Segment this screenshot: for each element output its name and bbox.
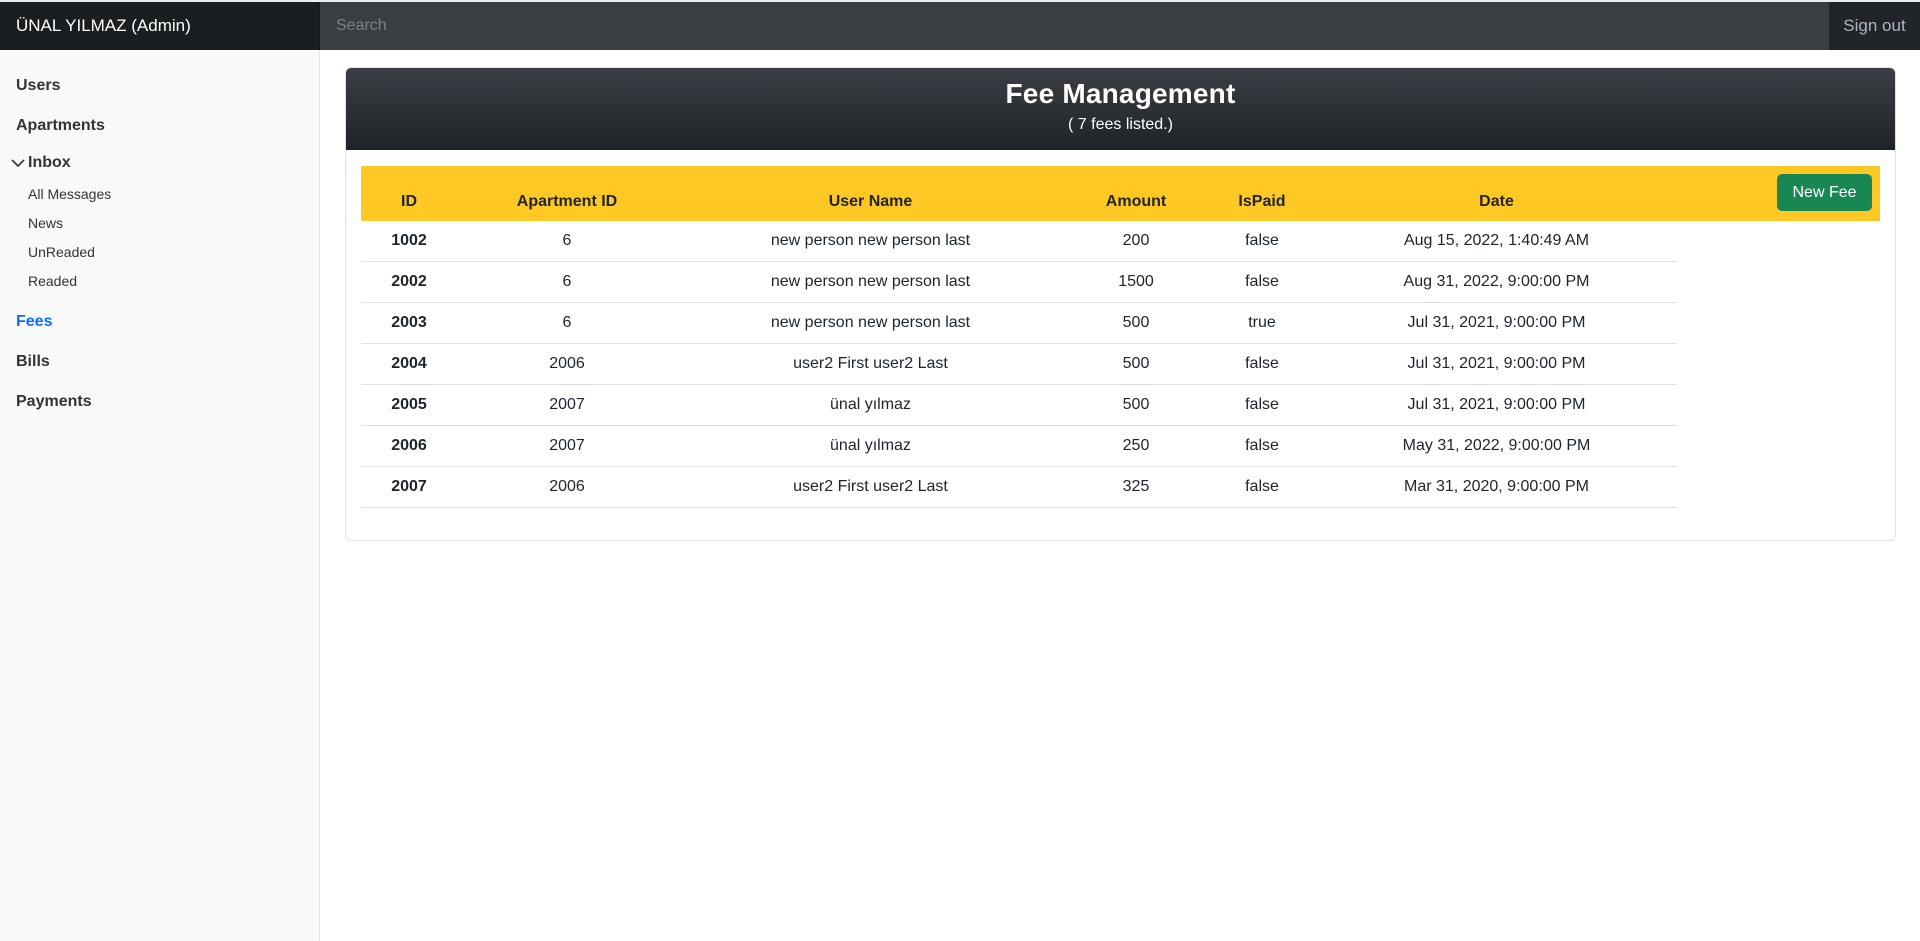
fees-table: ID Apartment ID User Name Amount IsPaid …	[361, 166, 1880, 508]
cell-user-name: new person new person last	[770, 273, 971, 290]
table-row[interactable]: 2004 2006 user2 First user2 Last 500 false Ju…	[361, 344, 1677, 385]
table-row[interactable]: 2006 2007 ünal yılmaz 250 false May 31, 2022,…	[361, 426, 1677, 467]
sidebar-item-inbox[interactable]: Inbox	[10, 154, 71, 172]
sidebar-item-apartments[interactable]: Apartments	[16, 117, 105, 135]
cell-ispaid: false	[1245, 478, 1279, 495]
cell-user-name: ünal yılmaz	[830, 437, 911, 454]
table-row[interactable]: 2002 6 new person new person last 1500 false…	[361, 262, 1677, 303]
column-header-apartment-id: Apartment ID	[516, 193, 618, 210]
search-input[interactable]	[320, 2, 1829, 50]
fees-count-subtitle: ( 7 fees listed.)	[1068, 116, 1173, 133]
cell-date: Jul 31, 2021, 9:00:00 PM	[1407, 396, 1586, 413]
cell-amount: 500	[1122, 355, 1150, 372]
page-title: Fee Management	[1005, 78, 1236, 109]
cell-ispaid: false	[1245, 437, 1279, 454]
table-row[interactable]: 2005 2007 ünal yılmaz 500 false Jul 31, 2021,…	[361, 385, 1677, 426]
cell-user-name: new person new person last	[770, 232, 971, 249]
cell-ispaid: true	[1248, 314, 1276, 331]
column-header-amount: Amount	[1105, 193, 1167, 210]
cell-id: 2004	[391, 355, 427, 372]
table-row[interactable]: 2003 6 new person new person last 500 true Ju…	[361, 303, 1677, 344]
column-header-ispaid: IsPaid	[1238, 193, 1286, 210]
cell-id: 2005	[391, 396, 427, 413]
cell-date: Mar 31, 2020, 9:00:00 PM	[1404, 478, 1589, 495]
sidebar-item-inbox-label: Inbox	[28, 154, 71, 171]
table-body: 1002 6 new person new person last 200 false A…	[361, 221, 1880, 508]
sidebar-item-fees[interactable]: Fees	[16, 313, 52, 331]
cell-user-name: user2 First user2 Last	[793, 355, 948, 372]
cell-date: Aug 15, 2022, 1:40:49 AM	[1403, 232, 1590, 249]
top-navbar: ÜNAL YILMAZ (Admin) Sign out	[0, 0, 1920, 50]
cell-apartment-id: 6	[562, 314, 572, 331]
cell-apartment-id: 6	[562, 232, 572, 249]
cell-amount: 325	[1122, 478, 1150, 495]
cell-id: 1002	[391, 232, 427, 249]
table-header: ID Apartment ID User Name Amount IsPaid …	[361, 166, 1880, 221]
cell-apartment-id: 2006	[549, 355, 585, 372]
sidebar-item-users[interactable]: Users	[16, 77, 60, 95]
cell-ispaid: false	[1245, 355, 1279, 372]
cell-apartment-id: 2007	[549, 437, 585, 454]
sidebar: Users Apartments Inbox All Messages News…	[0, 50, 320, 941]
main-content: Fee Management ( 7 fees listed.) ID Apar…	[321, 50, 1920, 941]
sidebar-item-bills[interactable]: Bills	[16, 353, 50, 371]
cell-apartment-id: 2007	[549, 396, 585, 413]
fee-management-card: Fee Management ( 7 fees listed.) ID Apar…	[345, 67, 1896, 541]
cell-ispaid: false	[1245, 273, 1279, 290]
brand-label[interactable]: ÜNAL YILMAZ (Admin)	[0, 2, 320, 50]
cell-amount: 1500	[1118, 273, 1154, 290]
cell-apartment-id: 2006	[549, 478, 585, 495]
cell-ispaid: false	[1245, 232, 1279, 249]
cell-amount: 500	[1122, 314, 1150, 331]
card-header: Fee Management ( 7 fees listed.)	[346, 68, 1895, 150]
chevron-down-icon	[11, 159, 25, 168]
cell-id: 2002	[391, 273, 427, 290]
cell-amount: 250	[1122, 437, 1150, 454]
sidebar-item-payments[interactable]: Payments	[16, 393, 92, 411]
table-row[interactable]: 2007 2006 user2 First user2 Last 325 false Ma…	[361, 467, 1677, 508]
table-row[interactable]: 1002 6 new person new person last 200 false A…	[361, 221, 1677, 262]
sidebar-item-news[interactable]: News	[28, 215, 63, 231]
cell-apartment-id: 6	[562, 273, 572, 290]
cell-ispaid: false	[1245, 396, 1279, 413]
cell-user-name: new person new person last	[770, 314, 971, 331]
cell-date: Jul 31, 2021, 9:00:00 PM	[1407, 355, 1586, 372]
sidebar-item-unreaded[interactable]: UnReaded	[28, 244, 95, 260]
cell-date: Jul 31, 2021, 9:00:00 PM	[1407, 314, 1586, 331]
column-header-id: ID	[401, 193, 417, 210]
new-fee-button[interactable]: New Fee	[1777, 174, 1872, 211]
column-header-user-name: User Name	[828, 193, 913, 210]
cell-user-name: user2 First user2 Last	[793, 478, 948, 495]
cell-amount: 200	[1122, 232, 1150, 249]
cell-id: 2003	[391, 314, 427, 331]
cell-date: May 31, 2022, 9:00:00 PM	[1402, 437, 1591, 454]
cell-date: Aug 31, 2022, 9:00:00 PM	[1403, 273, 1590, 290]
cell-user-name: ünal yılmaz	[830, 396, 911, 413]
cell-amount: 500	[1122, 396, 1150, 413]
column-header-date: Date	[1479, 193, 1514, 210]
cell-id: 2006	[391, 437, 427, 454]
sign-out-link[interactable]: Sign out	[1829, 2, 1920, 50]
sidebar-item-all-messages[interactable]: All Messages	[28, 186, 111, 202]
sidebar-item-readed[interactable]: Readed	[28, 273, 77, 289]
cell-id: 2007	[391, 478, 427, 495]
